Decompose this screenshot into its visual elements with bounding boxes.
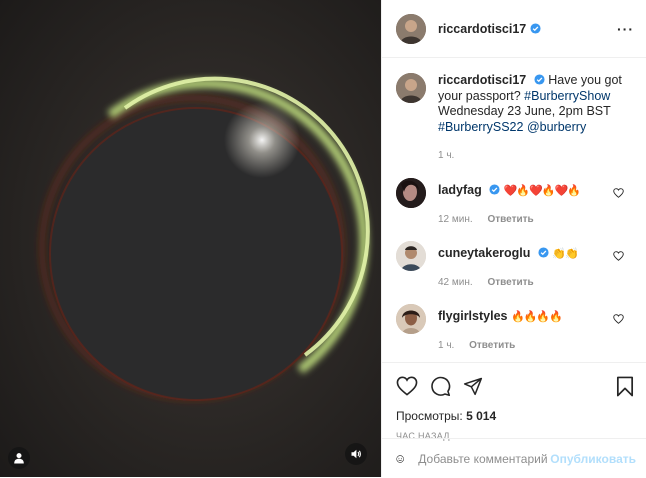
views-label: Просмотры: [396, 409, 463, 423]
views-value: 5 014 [466, 409, 497, 423]
verified-badge-icon [530, 23, 541, 34]
emoji-icon[interactable] [396, 449, 404, 469]
avatar[interactable] [396, 73, 426, 103]
action-bar [382, 363, 646, 401]
like-comment-heart-icon[interactable] [613, 250, 624, 261]
comment-text: 👏👏 [552, 247, 578, 260]
caption-username[interactable]: riccardotisci17 [438, 73, 526, 87]
comment-meta: 42 мин. Ответить [438, 275, 578, 291]
comment-username[interactable]: cuneytakeroglu [438, 246, 530, 260]
post-header: riccardotisci17 ··· [382, 0, 646, 58]
post-sidebar: riccardotisci17 ··· riccardotisci17 Have… [381, 0, 646, 477]
like-comment-heart-icon[interactable] [613, 187, 624, 198]
verified-badge-icon [489, 183, 500, 195]
post-caption: riccardotisci17 Have you got your passpo… [382, 59, 646, 164]
eclipse-image [0, 0, 381, 477]
comment-username[interactable]: flygirlstyles [438, 309, 507, 323]
comment-bubble-icon[interactable] [430, 376, 451, 397]
comment-text: ❤️🔥❤️🔥❤️🔥 [503, 184, 581, 197]
author-username[interactable]: riccardotisci17 [438, 22, 526, 36]
reply-button[interactable]: Ответить [469, 340, 515, 351]
avatar[interactable] [396, 240, 426, 271]
share-paper-plane-icon[interactable] [463, 376, 483, 396]
verified-badge-icon [538, 246, 549, 258]
sound-toggle-button[interactable] [345, 443, 367, 465]
post-video[interactable] [0, 0, 381, 477]
timestamp[interactable]: 42 мин. [438, 277, 473, 288]
timestamp[interactable]: 12 мин. [438, 214, 473, 225]
reply-button[interactable]: Ответить [487, 214, 533, 225]
view-count[interactable]: Просмотры: 5 014 [382, 401, 646, 423]
mention-link[interactable]: @burberry [527, 120, 586, 134]
add-comment-bar: Опубликовать [382, 438, 646, 478]
timestamp[interactable]: 1 ч. [438, 150, 454, 161]
caption-meta: 1 ч. [438, 148, 628, 164]
save-bookmark-icon[interactable] [616, 376, 634, 397]
like-comment-heart-icon[interactable] [613, 313, 624, 324]
like-heart-icon[interactable] [396, 376, 418, 396]
post-actions: Просмотры: 5 014 ЧАС НАЗАД Опубликовать [382, 362, 646, 478]
reply-button[interactable]: Ответить [487, 277, 533, 288]
instagram-post: riccardotisci17 ··· riccardotisci17 Have… [0, 0, 646, 477]
comment-username[interactable]: ladyfag [438, 183, 482, 197]
speaker-icon [351, 449, 361, 459]
comment-input[interactable] [416, 450, 551, 467]
avatar[interactable] [396, 303, 426, 334]
comment-meta: 1 ч. Ответить [438, 338, 562, 354]
comment-item: cuneytakeroglu 👏👏 42 мин. Ответить [382, 240, 646, 291]
tagged-user-button[interactable] [8, 447, 30, 469]
comment-text: 🔥🔥🔥🔥 [510, 310, 563, 323]
hashtag-link[interactable]: #BurberryShow [524, 89, 610, 103]
publish-button[interactable]: Опубликовать [550, 452, 636, 466]
hashtag-link[interactable]: #BurberrySS22 [438, 120, 523, 134]
more-options-button[interactable]: ··· [617, 21, 634, 37]
comment-meta: 12 мин. Ответить [438, 212, 580, 228]
comment-item: flygirlstyles 🔥🔥🔥🔥 1 ч. Ответить [382, 303, 646, 354]
verified-badge-icon [534, 74, 545, 85]
comments-list[interactable]: riccardotisci17 Have you got your passpo… [382, 59, 646, 357]
avatar[interactable] [396, 177, 426, 208]
user-icon [14, 453, 24, 464]
avatar[interactable] [396, 13, 426, 44]
comment-item: ladyfag ❤️🔥❤️🔥❤️🔥 12 мин. Ответить [382, 177, 646, 228]
caption-text: Wednesday 23 June, 2pm BST [438, 104, 611, 118]
timestamp[interactable]: 1 ч. [438, 340, 454, 351]
